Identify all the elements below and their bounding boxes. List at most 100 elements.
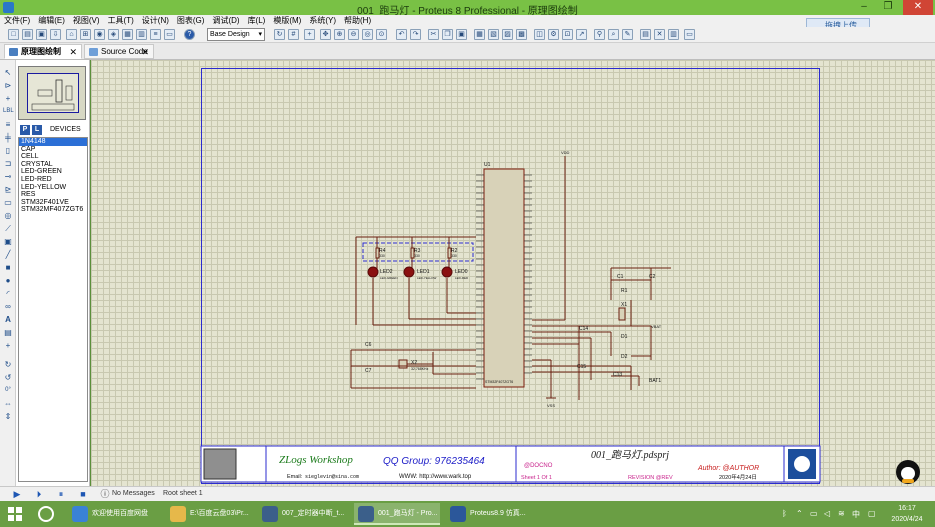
- list-item[interactable]: LED-RED: [19, 176, 87, 184]
- line-draw-icon[interactable]: ╱: [3, 250, 13, 259]
- library-manager-button[interactable]: L: [32, 125, 42, 135]
- step-simulation-icon[interactable]: ⏵: [34, 489, 44, 499]
- report-icon[interactable]: ▭: [684, 29, 695, 40]
- rotate-ccw-icon[interactable]: ↺: [3, 373, 13, 382]
- cut-icon[interactable]: ✂: [428, 29, 439, 40]
- start-button[interactable]: [0, 501, 30, 527]
- origin-icon[interactable]: +: [304, 29, 315, 40]
- block-move-icon[interactable]: ▧: [488, 29, 499, 40]
- bom-icon[interactable]: ▥: [136, 29, 147, 40]
- menu-edit[interactable]: 编辑(E): [34, 15, 69, 27]
- import-icon[interactable]: ⇩: [50, 29, 61, 40]
- wifi-icon[interactable]: ≋: [838, 509, 845, 518]
- 3d-view-icon[interactable]: ▦: [122, 29, 133, 40]
- pause-simulation-icon[interactable]: ⏸: [56, 489, 66, 499]
- list-item[interactable]: RES: [19, 191, 87, 199]
- volume-icon[interactable]: ◁: [824, 509, 830, 518]
- wire-autorouter-icon[interactable]: ⚲: [594, 29, 605, 40]
- refresh-icon[interactable]: ↻: [274, 29, 285, 40]
- schematic-canvas[interactable]: U1 STM32F407ZGT6 R4 R3 R2 330 330 330 LE…: [91, 60, 935, 486]
- network-icon[interactable]: ▭: [810, 509, 818, 518]
- list-item[interactable]: CAP: [19, 146, 87, 154]
- junction-mode-icon[interactable]: +: [3, 94, 13, 103]
- pick-device-icon[interactable]: ◫: [534, 29, 545, 40]
- pan-icon[interactable]: ✥: [320, 29, 331, 40]
- instrument-icon[interactable]: ▣: [3, 237, 13, 246]
- search-icon[interactable]: [38, 506, 54, 522]
- menu-template[interactable]: 模版(M): [269, 15, 305, 27]
- list-item[interactable]: STM32F401VE: [19, 199, 87, 207]
- menu-system[interactable]: 系统(Y): [305, 15, 340, 27]
- overview-window[interactable]: [18, 66, 86, 120]
- probe-icon[interactable]: ⟋: [3, 224, 13, 233]
- box-draw-icon[interactable]: ■: [3, 263, 13, 272]
- wire-label-icon[interactable]: LBL: [3, 107, 14, 116]
- list-item[interactable]: CRYSTAL: [19, 161, 87, 169]
- home-icon[interactable]: ⌂: [66, 29, 77, 40]
- close-tab-icon[interactable]: ✕: [69, 45, 77, 59]
- copy-icon[interactable]: ❐: [442, 29, 453, 40]
- messages-status[interactable]: No Messages: [112, 490, 155, 497]
- generator-icon[interactable]: ◎: [3, 211, 13, 220]
- new-sheet-icon[interactable]: ▤: [640, 29, 651, 40]
- netlist-icon[interactable]: ▥: [668, 29, 679, 40]
- component-mode-icon[interactable]: ⊳: [3, 81, 13, 90]
- decompose-icon[interactable]: ↗: [576, 29, 587, 40]
- pcb-icon[interactable]: ◉: [94, 29, 105, 40]
- list-item[interactable]: LED-YELLOW: [19, 184, 87, 192]
- graph-mode-icon[interactable]: ⊵: [3, 185, 13, 194]
- menu-graph[interactable]: 图表(G): [173, 15, 209, 27]
- rotate-cw-icon[interactable]: ↻: [3, 360, 13, 369]
- symbol-draw-icon[interactable]: ▤: [3, 328, 13, 337]
- terminal-mode-icon[interactable]: ⊐: [3, 159, 13, 168]
- restore-button[interactable]: ❐: [877, 0, 899, 15]
- save-icon[interactable]: ▣: [36, 29, 47, 40]
- path-draw-icon[interactable]: ∞: [3, 302, 13, 311]
- design-select[interactable]: Base Design: [207, 28, 265, 41]
- run-simulation-icon[interactable]: ▶: [12, 489, 22, 499]
- list-item[interactable]: STM32MF407ZGT6: [19, 206, 87, 214]
- arc-draw-icon[interactable]: ◜: [3, 289, 13, 298]
- block-delete-icon[interactable]: ▩: [516, 29, 527, 40]
- menu-help[interactable]: 帮助(H): [340, 15, 375, 27]
- gerber-icon[interactable]: ◈: [108, 29, 119, 40]
- property-tool-icon[interactable]: ✎: [622, 29, 633, 40]
- paste-icon[interactable]: ▣: [456, 29, 467, 40]
- tape-recorder-icon[interactable]: ▭: [3, 198, 13, 207]
- pin-mode-icon[interactable]: ⊸: [3, 172, 13, 181]
- mirror-y-icon[interactable]: ⇕: [3, 412, 13, 421]
- taskbar-item-proteus-007[interactable]: 007_定时器中断_t...: [258, 503, 348, 525]
- taskbar-item-explorer[interactable]: E:\百度云盘03\Pr...: [166, 503, 252, 525]
- new-file-icon[interactable]: □: [8, 29, 19, 40]
- list-item[interactable]: 1N4148: [19, 138, 87, 146]
- selection-mode-icon[interactable]: ↖: [3, 68, 13, 77]
- zoom-all-icon[interactable]: ◎: [362, 29, 373, 40]
- search-tag-icon[interactable]: ⌕: [608, 29, 619, 40]
- remove-sheet-icon[interactable]: ✕: [654, 29, 665, 40]
- menu-file[interactable]: 文件(F): [0, 15, 34, 27]
- menu-view[interactable]: 视图(V): [69, 15, 104, 27]
- list-item[interactable]: CELL: [19, 153, 87, 161]
- device-list[interactable]: 1N4148 CAP CELL CRYSTAL LED-GREEN LED-RE…: [18, 137, 88, 482]
- close-button[interactable]: ✕: [903, 0, 933, 15]
- zoom-area-icon[interactable]: ⊙: [376, 29, 387, 40]
- text-draw-icon[interactable]: A: [3, 315, 13, 324]
- schematic-icon[interactable]: ⊞: [80, 29, 91, 40]
- zoom-in-icon[interactable]: ⊕: [334, 29, 345, 40]
- undo-icon[interactable]: ↶: [396, 29, 407, 40]
- input-method-icon[interactable]: 中: [852, 509, 860, 520]
- list-item[interactable]: LED-GREEN: [19, 168, 87, 176]
- help-icon[interactable]: ?: [184, 29, 195, 40]
- pick-devices-button[interactable]: P: [20, 125, 30, 135]
- tab-schematic[interactable]: 原理图绘制 ✕: [4, 44, 82, 59]
- taskbar-item-proteus-001[interactable]: 001_跑马灯 - Pro...: [354, 503, 440, 525]
- text-script-icon[interactable]: ≡: [3, 120, 13, 129]
- source-code-icon[interactable]: ≡: [150, 29, 161, 40]
- menu-design[interactable]: 设计(N): [138, 15, 173, 27]
- subcircuit-icon[interactable]: ▯: [3, 146, 13, 155]
- minimize-button[interactable]: –: [853, 0, 875, 15]
- mirror-x-icon[interactable]: ⇔: [3, 399, 13, 408]
- bus-mode-icon[interactable]: ╪: [3, 133, 13, 142]
- tray-chevron-icon[interactable]: ⌃: [796, 509, 803, 518]
- stop-simulation-icon[interactable]: ■: [78, 489, 88, 499]
